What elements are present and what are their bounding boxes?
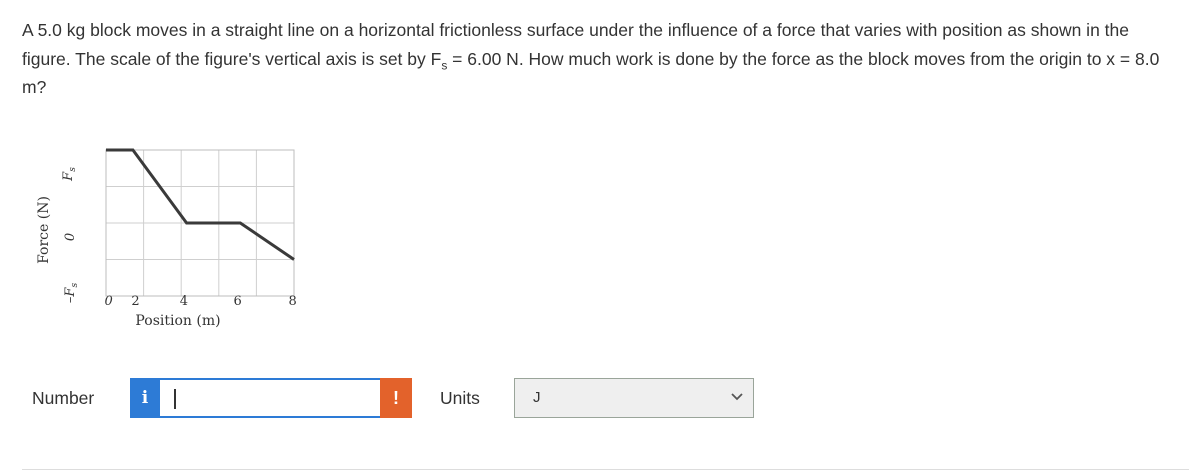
number-label: Number [32,388,95,408]
y-tick-fs-sub: s [68,167,78,172]
chevron-down-icon [731,393,743,401]
y-tick-neg-fs: –Fs [63,283,80,304]
x-axis-label: Position (m) [135,313,220,329]
force-curve [106,148,295,261]
y-tick-neg-fs-main: –F [63,287,78,304]
x-tick-label: 4 [180,294,188,309]
x-tick-label: 0 [105,294,113,309]
answer-row: Number i ! Units J [0,376,1189,420]
text-caret [174,389,176,409]
units-label: Units [440,388,480,408]
x-tick-label: 2 [131,294,139,309]
svg-text:–Fs: –Fs [63,283,80,304]
number-input[interactable] [160,380,380,416]
y-tick-zero: 0 [63,233,78,241]
info-icon[interactable]: i [130,378,160,418]
units-select[interactable]: J [514,378,754,418]
question-text: A 5.0 kg block moves in a straight line … [22,16,1172,102]
units-selected-value: J [533,389,541,406]
divider [22,469,1189,470]
force-position-figure: Force (N) Fs 0 –Fs 02468 Position (m) [20,140,320,340]
force-position-graph: Force (N) Fs 0 –Fs 02468 Position (m) [36,148,297,329]
x-tick-label: 8 [289,294,297,309]
number-field[interactable] [160,378,382,418]
y-tick-neg-fs-sub: s [70,283,80,288]
alert-icon: ! [380,378,412,418]
svg-text:Fs: Fs [61,167,78,182]
x-tick-label: 6 [233,294,241,309]
y-tick-fs: Fs [61,167,78,182]
y-axis-label: Force (N) [36,196,52,264]
